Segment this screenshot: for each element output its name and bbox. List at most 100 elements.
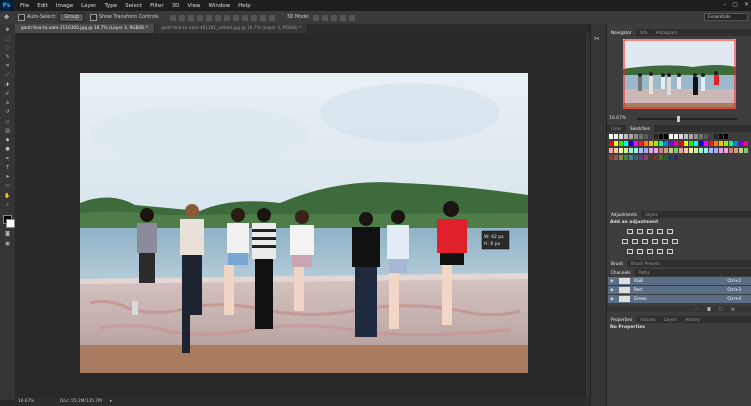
- lasso-tool[interactable]: ◌: [4, 45, 11, 51]
- color-swatch[interactable]: [629, 148, 633, 153]
- gradient-tool[interactable]: ▤: [4, 128, 11, 134]
- color-swatch[interactable]: [679, 141, 683, 146]
- tab-brush[interactable]: Brush: [607, 260, 628, 267]
- color-swatch[interactable]: [729, 141, 733, 146]
- tab-channels[interactable]: Channels: [607, 269, 635, 276]
- healing-tool[interactable]: ✚: [4, 82, 11, 88]
- tab-info[interactable]: Info: [636, 29, 652, 36]
- color-swatch[interactable]: [649, 155, 653, 160]
- exposure-icon[interactable]: [657, 229, 663, 234]
- color-swatch[interactable]: [744, 141, 748, 146]
- color-swatch[interactable]: [689, 134, 693, 139]
- zoom-slider-handle[interactable]: [677, 116, 680, 122]
- gradient-map-icon[interactable]: [657, 249, 663, 254]
- minimize-button[interactable]: –: [723, 1, 726, 8]
- document-canvas[interactable]: W: 42 px H: 6 px: [80, 73, 528, 373]
- menu-layer[interactable]: Layer: [77, 3, 100, 9]
- color-swatch[interactable]: [719, 148, 723, 153]
- 3d-slide-icon[interactable]: [339, 14, 346, 21]
- navigator-zoom-readout[interactable]: 16.67%: [609, 116, 626, 121]
- color-swatch[interactable]: [659, 141, 663, 146]
- color-swatch[interactable]: [719, 134, 723, 139]
- color-swatch[interactable]: [714, 148, 718, 153]
- path-select-tool[interactable]: ➤: [4, 174, 11, 180]
- invert-icon[interactable]: [627, 249, 633, 254]
- color-swatch[interactable]: [649, 141, 653, 146]
- color-swatch[interactable]: [709, 148, 713, 153]
- auto-select-dropdown[interactable]: Group: [59, 13, 84, 22]
- color-swatch[interactable]: [664, 141, 668, 146]
- move-tool-icon[interactable]: ✥: [4, 14, 12, 22]
- color-swatch[interactable]: [654, 148, 658, 153]
- quick-select-tool[interactable]: ✎: [4, 54, 11, 60]
- align-bottom-icon[interactable]: [187, 14, 194, 21]
- marquee-tool[interactable]: ⬚: [4, 36, 11, 42]
- color-swatch[interactable]: [714, 141, 718, 146]
- dodge-tool[interactable]: ●: [4, 146, 11, 152]
- tab-properties[interactable]: Properties: [607, 316, 637, 323]
- pen-tool[interactable]: ✒: [4, 156, 11, 162]
- swatches-grid[interactable]: [609, 134, 749, 166]
- color-swatch[interactable]: [624, 155, 628, 160]
- color-swatch[interactable]: [614, 148, 618, 153]
- color-swatch[interactable]: [614, 155, 618, 160]
- distribute-left-icon[interactable]: [250, 14, 257, 21]
- color-swatch[interactable]: [679, 134, 683, 139]
- hue-saturation-icon[interactable]: [622, 239, 628, 244]
- 3d-roll-icon[interactable]: [321, 14, 328, 21]
- color-swatch[interactable]: [664, 134, 668, 139]
- color-swatch[interactable]: [694, 148, 698, 153]
- new-channel-icon[interactable]: ▢: [719, 306, 723, 311]
- color-swatch[interactable]: [629, 155, 633, 160]
- color-swatch[interactable]: [739, 148, 743, 153]
- color-swatch[interactable]: [619, 155, 623, 160]
- color-swatch[interactable]: [744, 148, 748, 153]
- distribute-right-icon[interactable]: [268, 14, 275, 21]
- color-swatch[interactable]: [639, 155, 643, 160]
- tab-adjustments[interactable]: Adjustments: [607, 211, 642, 218]
- document-tab[interactable]: ganh-hoa-tu-xam-1116300.jpg @ 16.7% (Lay…: [15, 24, 156, 33]
- color-swatch[interactable]: [644, 134, 648, 139]
- color-swatch[interactable]: [704, 134, 708, 139]
- navigator-zoom-slider[interactable]: [637, 116, 737, 122]
- color-swatch[interactable]: [699, 148, 703, 153]
- color-swatch[interactable]: [714, 134, 718, 139]
- curves-icon[interactable]: [647, 229, 653, 234]
- color-swatch[interactable]: [664, 148, 668, 153]
- posterize-icon[interactable]: [637, 249, 643, 254]
- move-tool[interactable]: ✥: [4, 27, 11, 33]
- menu-window[interactable]: Window: [204, 3, 234, 9]
- color-swatch[interactable]: [614, 141, 618, 146]
- color-swatch[interactable]: [609, 155, 613, 160]
- color-swatch[interactable]: [634, 141, 638, 146]
- canvas-area[interactable]: W: 42 px H: 6 px: [15, 33, 586, 400]
- threshold-icon[interactable]: [647, 249, 653, 254]
- color-swatch[interactable]: [729, 148, 733, 153]
- color-balance-icon[interactable]: [632, 239, 638, 244]
- distribute-middle-icon[interactable]: [232, 14, 239, 21]
- tab-brush-presets[interactable]: Brush Presets: [627, 260, 664, 267]
- color-swatch[interactable]: [664, 155, 668, 160]
- color-swatch[interactable]: [724, 148, 728, 153]
- color-swatch[interactable]: [654, 134, 658, 139]
- brightness-contrast-icon[interactable]: [627, 229, 633, 234]
- color-swatch[interactable]: [709, 134, 713, 139]
- menu-edit[interactable]: Edit: [33, 3, 52, 9]
- color-swatch[interactable]: [699, 141, 703, 146]
- color-swatch[interactable]: [684, 141, 688, 146]
- color-swatch[interactable]: [694, 134, 698, 139]
- color-swatch[interactable]: [654, 141, 658, 146]
- black-white-icon[interactable]: [642, 239, 648, 244]
- menu-filter[interactable]: Filter: [146, 3, 168, 9]
- navigator-preview[interactable]: [623, 39, 736, 109]
- align-center-icon[interactable]: [205, 14, 212, 21]
- color-swatch[interactable]: [614, 134, 618, 139]
- color-swatch[interactable]: [634, 148, 638, 153]
- color-swatch[interactable]: [629, 134, 633, 139]
- color-swatch[interactable]: [739, 141, 743, 146]
- visibility-eye-icon[interactable]: ◉: [610, 277, 614, 285]
- type-tool[interactable]: T: [4, 165, 11, 171]
- color-swatch[interactable]: [709, 141, 713, 146]
- screen-mode-icon[interactable]: ▣: [4, 241, 11, 247]
- color-swatch[interactable]: [734, 148, 738, 153]
